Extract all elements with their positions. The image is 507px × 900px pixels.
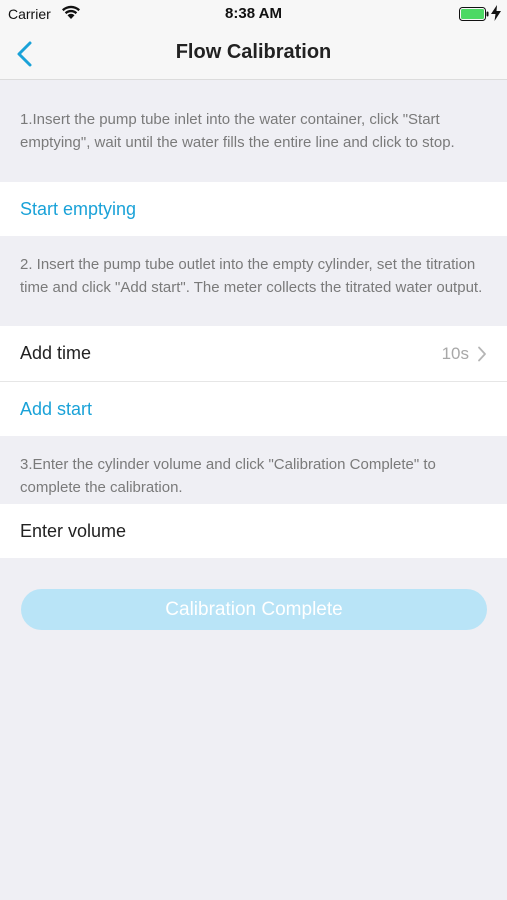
start-emptying-button[interactable]: Start emptying [20,199,136,220]
calibration-complete-button[interactable]: Calibration Complete [21,589,487,630]
chevron-right-icon [478,346,486,362]
add-time-value: 10s [441,344,469,363]
step2-instructions: 2. Insert the pump tube outlet into the … [20,256,483,296]
volume-input[interactable]: Enter volume [20,521,126,542]
add-start-row[interactable]: Add start [0,382,507,436]
add-time-row[interactable]: Add time 10s [0,326,507,381]
page-title: Flow Calibration [175,41,332,63]
step1-instructions: 1.Insert the pump tube inlet into the wa… [20,111,455,151]
add-start-button[interactable]: Add start [20,399,92,420]
status-bar: Carrier 8:38 AM [0,0,507,28]
charging-icon [491,5,501,21]
volume-row[interactable]: Enter volume [0,504,507,558]
clock: 8:38 AM [225,5,282,22]
battery-icon [459,7,489,21]
navigation-bar: Flow Calibration [0,28,507,80]
add-time-label: Add time [20,343,92,363]
step3-instructions: 3.Enter the cylinder volume and click "C… [20,456,436,496]
start-emptying-row[interactable]: Start emptying [0,182,507,236]
